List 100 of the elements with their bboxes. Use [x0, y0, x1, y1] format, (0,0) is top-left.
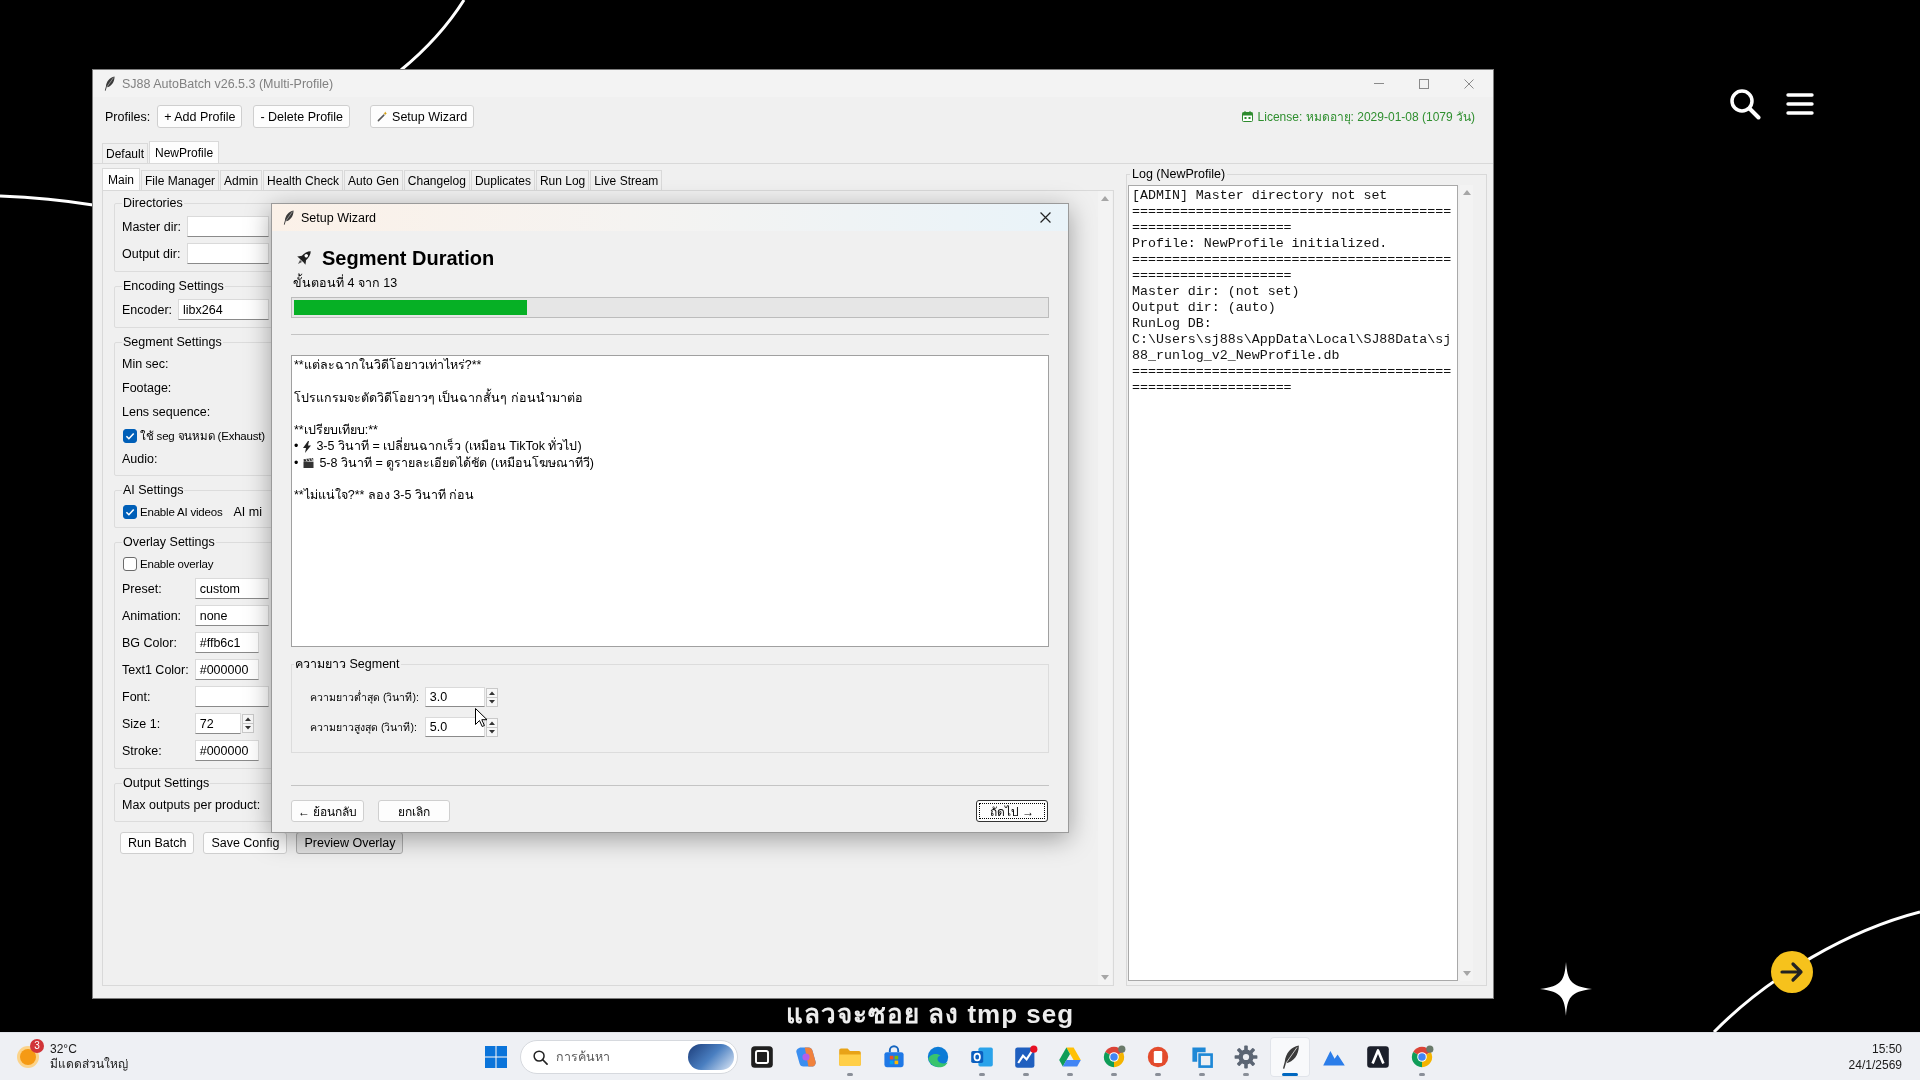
log-line: ============================================================: [1132, 204, 1453, 236]
chart-tile-icon: [1014, 1044, 1038, 1069]
dialog-button[interactable]: ยกเลิก: [378, 800, 451, 822]
toolbar-label: Profiles:: [105, 109, 151, 124]
checkbox[interactable]: [123, 428, 137, 443]
toolbar-button[interactable]: - Delete Profile: [253, 105, 351, 128]
close-icon: [1040, 212, 1051, 223]
log-line: Master dir: (not set): [1132, 284, 1301, 300]
text-field[interactable]: #000000: [194, 659, 259, 680]
search-icon: [533, 1049, 548, 1065]
log-line: ============================================================: [1132, 364, 1453, 396]
tab[interactable]: Auto Gen: [344, 170, 403, 190]
text-field[interactable]: [187, 243, 269, 264]
body-text: 5-8 วินาที = ดูรายละเอียดได้ชัด (เหมือนโฆษณาทีวี): [319, 454, 594, 472]
checkbox[interactable]: [123, 504, 137, 519]
field-label: Min sec:: [122, 356, 169, 373]
field-label: Font:: [122, 688, 152, 706]
toolbar-button[interactable]: + Add Profile: [157, 105, 243, 128]
log-line: RunLog DB: C:\Users\sj88s\AppData\Local\SJ88Data\sj88_runlog_v2_NewProfile.db: [1132, 316, 1453, 364]
feather-icon: [104, 76, 115, 91]
field-label: Max outputs per product:: [122, 797, 261, 814]
wand-icon: [377, 111, 389, 122]
clock-time: 15:50: [1871, 1040, 1902, 1057]
number-field[interactable]: 3.0: [424, 687, 485, 707]
field-label: Output dir:: [122, 245, 182, 263]
field-label: Master dir:: [122, 218, 182, 236]
search-icon[interactable]: [1729, 88, 1761, 120]
tab[interactable]: Changelog: [403, 170, 470, 190]
group-title: Overlay Settings: [122, 534, 216, 550]
log-line: [ADMIN] Master directory not set: [1132, 188, 1389, 204]
field-label: AI mi: [233, 504, 262, 519]
checkbox[interactable]: [123, 556, 137, 571]
profile-tab[interactable]: NewProfile: [149, 141, 220, 163]
dialog-title: Setup Wizard: [301, 210, 377, 225]
field-label: Animation:: [122, 607, 183, 625]
action-button[interactable]: Save Config: [203, 832, 288, 854]
log-line: Output dir: (auto): [1132, 300, 1277, 316]
triangle-icon: [1058, 1044, 1082, 1069]
spin-buttons[interactable]: [485, 717, 498, 737]
video-caption: แลวจะซอย ลง tmp seg: [785, 998, 1075, 1030]
tab[interactable]: Duplicates: [470, 170, 535, 190]
list-bullet: •: [294, 438, 299, 455]
tab[interactable]: Main: [102, 168, 140, 190]
field-label: Audio:: [122, 451, 158, 468]
close-icon: [1463, 78, 1474, 89]
step-counter: ขั้นตอนที่ 4 จาก 13: [291, 275, 398, 291]
tab[interactable]: Admin: [220, 170, 263, 190]
notification-badge: 3: [30, 1038, 44, 1053]
panel-title: Log (NewProfile): [1131, 166, 1227, 182]
checkbox-label[interactable]: Enable overlay: [140, 557, 214, 570]
temperature-text: 32°C: [50, 1041, 78, 1057]
weather-text: มีแดดส่วนใหญ่: [50, 1056, 128, 1072]
mail-icon: [970, 1044, 994, 1069]
overlapping-squares-icon: [1190, 1044, 1214, 1069]
action-button[interactable]: Preview Overlay: [296, 832, 404, 854]
down-arrow-icon: [1101, 975, 1109, 980]
text-field[interactable]: #000000: [194, 740, 259, 761]
checkbox-label[interactable]: ใช้ seg จนหมด (Exhaust): [140, 426, 265, 445]
group-title: Output Settings: [122, 775, 211, 791]
taskbar-app-button[interactable]: [1270, 1036, 1310, 1077]
cursor-icon: [475, 708, 487, 727]
body-text: **เปรียบเทียบ:**: [294, 422, 378, 439]
text-field[interactable]: custom: [194, 578, 269, 599]
clock-date: 24/1/2569: [1848, 1056, 1902, 1073]
text-field[interactable]: #ffb6c1: [194, 632, 259, 653]
tab[interactable]: Live Stream: [590, 170, 663, 190]
tab[interactable]: Health Check: [263, 170, 344, 190]
down-arrow-icon: [1462, 971, 1471, 976]
number-field[interactable]: 5.0: [424, 717, 485, 737]
blob-icon: [794, 1044, 818, 1069]
dialog-button[interactable]: ถัดไป →: [976, 800, 1048, 822]
feather-icon: [283, 210, 294, 225]
log-line: ============================================================: [1132, 252, 1453, 284]
tab[interactable]: File Manager: [141, 170, 220, 190]
number-field[interactable]: 72: [194, 713, 241, 734]
field-label: Text1 Color:: [122, 661, 189, 679]
action-button[interactable]: Run Batch: [120, 832, 195, 854]
group-title: AI Settings: [122, 482, 185, 498]
checkbox-label[interactable]: Enable AI videos: [140, 505, 223, 518]
text-field[interactable]: [187, 216, 269, 237]
profile-tab[interactable]: Default: [102, 143, 149, 163]
text-field[interactable]: [194, 686, 269, 707]
field-label: Preset:: [122, 580, 163, 598]
field-label: Stroke:: [122, 742, 163, 760]
clapperboard-icon: [303, 457, 315, 468]
menu-icon[interactable]: [1786, 93, 1814, 115]
spin-buttons[interactable]: [241, 714, 254, 733]
toolbar-button[interactable]: Setup Wizard: [370, 105, 475, 128]
spin-buttons[interactable]: [485, 687, 498, 707]
text-field[interactable]: libx264: [178, 299, 269, 320]
document-circle-icon: [1146, 1044, 1170, 1069]
square-frame-icon: [750, 1044, 774, 1069]
group-title: Directories: [122, 195, 184, 211]
text-field[interactable]: none: [194, 605, 269, 626]
license-text: License: หมดอายุ: 2029-01-08 (1079 วัน): [1257, 109, 1475, 126]
group-title: Encoding Settings: [122, 278, 225, 294]
dialog-button[interactable]: ← ย้อนกลับ: [291, 800, 365, 822]
body-text: โปรแกรมจะตัดวิดีโอยาวๆ เป็นฉากสั้นๆ ก่อนนำมาต่อ: [294, 389, 583, 406]
field-label: Footage:: [122, 380, 172, 397]
tab[interactable]: Run Log: [535, 170, 590, 190]
